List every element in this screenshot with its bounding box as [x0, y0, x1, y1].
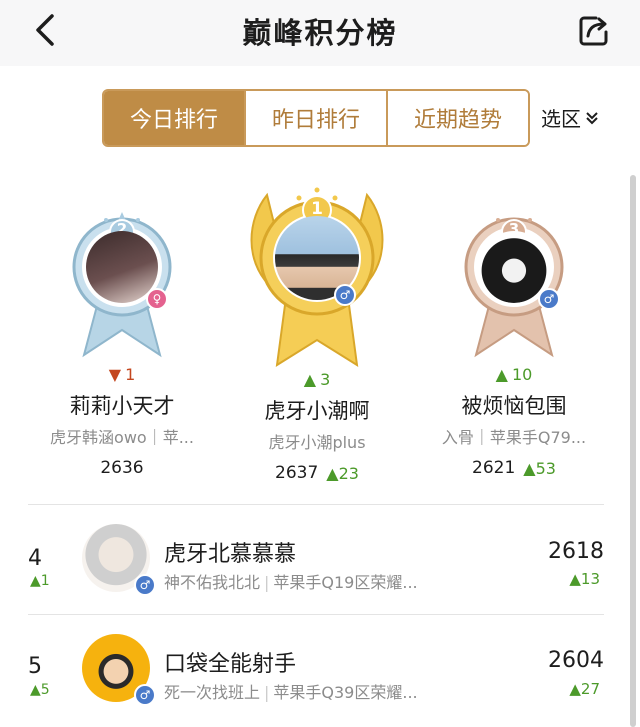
podium-rank-1[interactable]: 1 ♂ ▲ 3 虎牙小潮啊 虎牙小潮plus 2637 ▲23: [227, 180, 407, 483]
player-score: 2604: [548, 648, 604, 673]
female-icon: ♀: [146, 288, 168, 310]
share-icon[interactable]: [574, 10, 614, 50]
male-icon: ♂: [134, 684, 156, 706]
player-score: 2621 ▲53: [472, 458, 556, 478]
player-name: 虎牙北慕慕慕: [164, 542, 297, 567]
male-icon: ♂: [538, 288, 560, 310]
player-subtitle: 虎牙小潮plus: [268, 433, 366, 452]
region-label: 选区: [541, 107, 581, 131]
score-delta: ▲53: [523, 458, 556, 478]
bronze-frame: 3 ♂: [454, 180, 574, 365]
region-selector[interactable]: 选区: [541, 103, 600, 132]
ranking-tabs: 今日排行 昨日排行 近期趋势: [102, 89, 530, 147]
score-delta: ▲23: [326, 463, 359, 483]
down-arrow-icon: ▼: [108, 365, 122, 384]
list-item[interactable]: 4 ▲1 ♂ 虎牙北慕慕慕 神不佑我北北 | 苹果手Q19区荣耀... 2618 ▲…: [0, 510, 630, 606]
podium-rank-3[interactable]: 3 ♂ ▲ 10 被烦恼包围 入骨｜苹果手Q79... 2621 ▲53: [424, 180, 604, 478]
player-score: 2637 ▲23: [275, 463, 359, 483]
silver-frame: 2 ♀: [62, 180, 182, 365]
player-name: 莉莉小天才: [69, 394, 175, 418]
divider: [28, 614, 604, 615]
player-subtitle: 神不佑我北北 | 苹果手Q19区荣耀...: [164, 573, 418, 592]
player-name: 被烦恼包围: [461, 394, 567, 418]
tab-trend[interactable]: 近期趋势: [388, 91, 528, 145]
up-arrow-icon: ▲: [495, 365, 508, 384]
male-icon: ♂: [334, 284, 356, 306]
rank-delta: ▲1: [30, 573, 50, 589]
tab-today[interactable]: 今日排行: [104, 91, 246, 145]
male-icon: ♂: [134, 574, 156, 596]
score-delta: ▲27: [569, 680, 600, 698]
tab-yesterday[interactable]: 昨日排行: [246, 91, 388, 145]
rank-change: ▼ 1: [108, 365, 136, 384]
player-subtitle: 死一次找班上 | 苹果手Q39区荣耀...: [164, 683, 418, 702]
chevron-down-double-icon: [586, 111, 598, 124]
up-arrow-icon: ▲: [303, 370, 317, 389]
rank-change: ▲ 3: [303, 370, 331, 389]
player-name: 口袋全能射手: [164, 652, 297, 677]
rank-change: ▲ 10: [495, 365, 533, 384]
rank-number: 4: [28, 546, 42, 571]
player-score: 2618: [548, 539, 604, 564]
divider: [28, 504, 604, 505]
player-subtitle: 入骨｜苹果手Q79...: [441, 428, 587, 447]
player-subtitle: 虎牙韩涵owo｜苹...: [50, 428, 194, 447]
list-item[interactable]: 5 ▲5 ♂ 口袋全能射手 死一次找班上 | 苹果手Q39区荣耀... 2604 ▲…: [0, 620, 630, 716]
score-delta: ▲13: [569, 570, 600, 588]
podium-rank-2[interactable]: 2 ♀ ▼ 1 莉莉小天才 虎牙韩涵owo｜苹... 2636: [32, 180, 212, 478]
player-name: 虎牙小潮啊: [264, 399, 370, 423]
player-score: 2636: [100, 458, 144, 478]
scrollbar[interactable]: [630, 175, 636, 727]
top-bar: 巅峰积分榜: [0, 0, 640, 66]
page-title: 巅峰积分榜: [242, 16, 398, 50]
rank-delta: ▲5: [30, 682, 50, 698]
rank-number: 5: [28, 654, 42, 679]
gold-frame: 1 ♂: [227, 180, 407, 370]
